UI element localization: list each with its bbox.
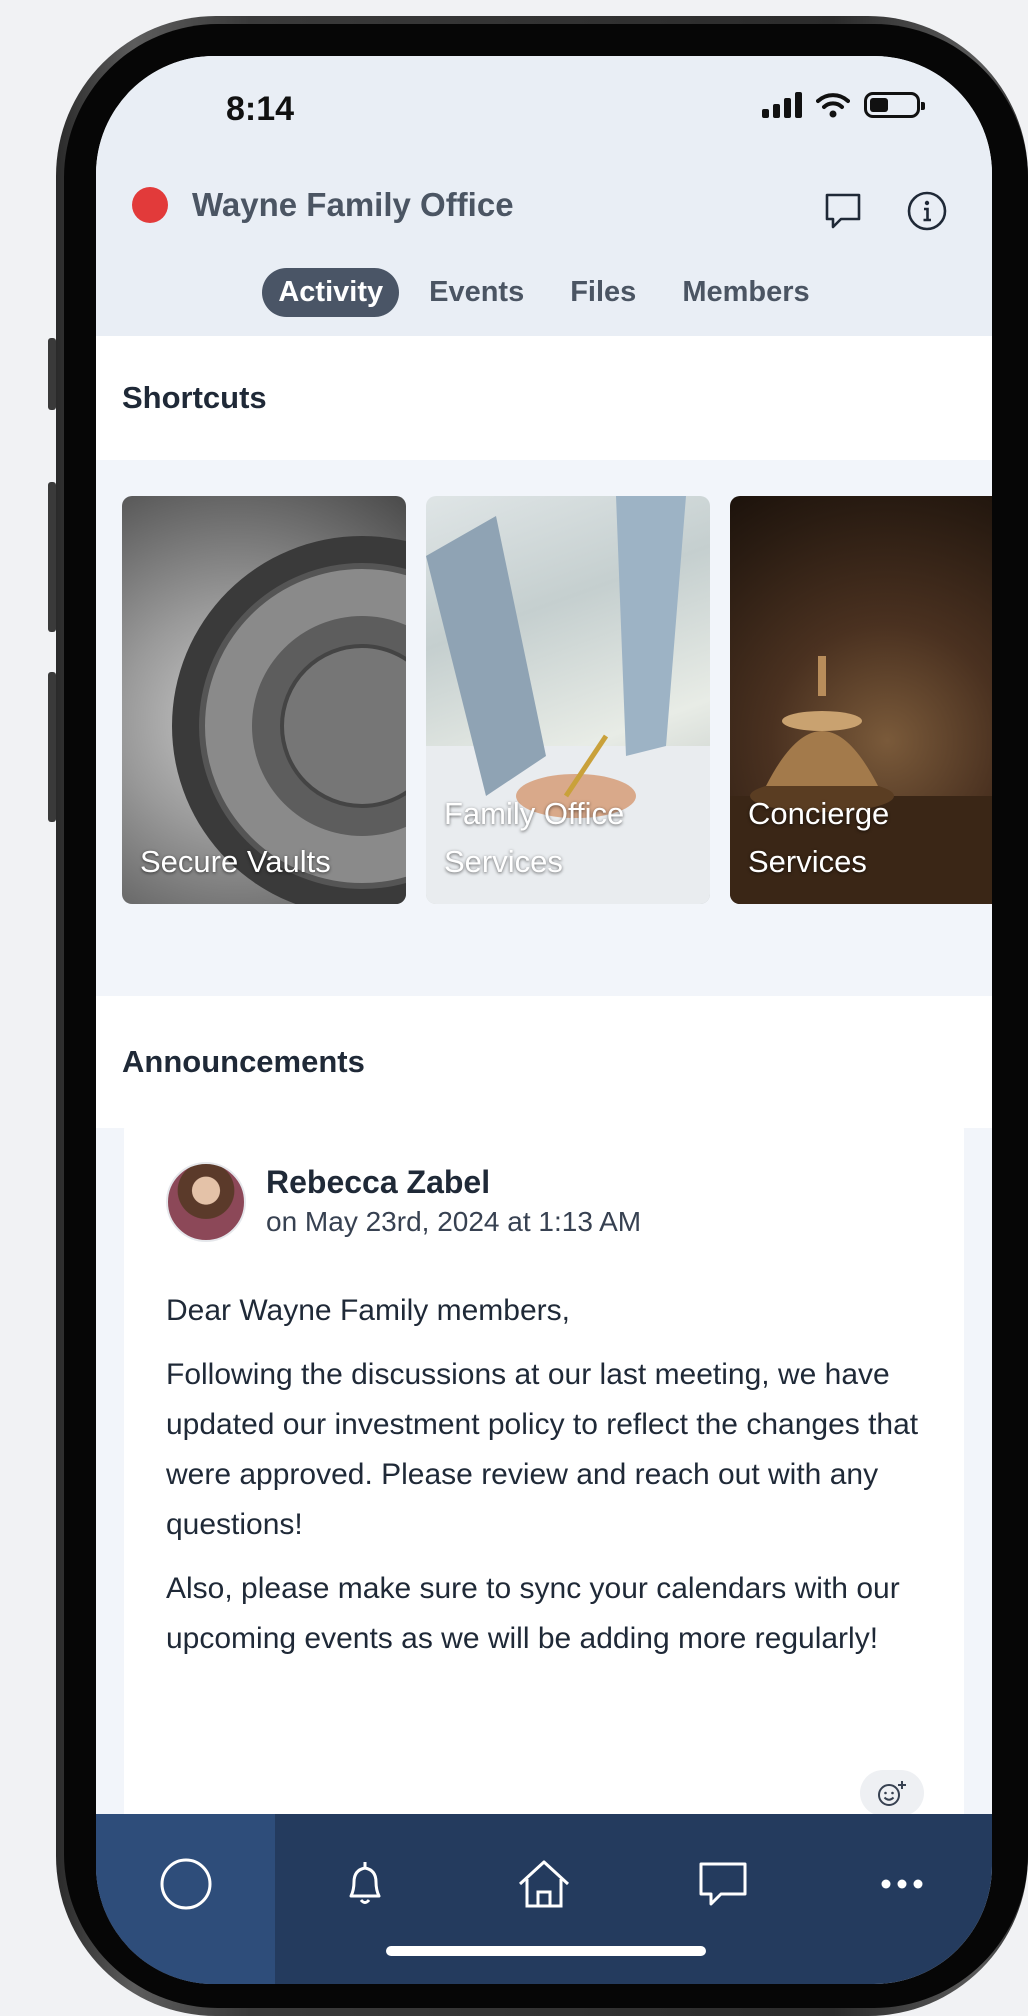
info-button[interactable]: [904, 188, 950, 234]
nav-item-notifications[interactable]: [275, 1814, 454, 1984]
tab-files[interactable]: Files: [554, 268, 652, 317]
status-time: 8:14: [226, 90, 295, 128]
nav-item-messages[interactable]: [634, 1814, 813, 1984]
group-title: Wayne Family Office: [132, 186, 514, 224]
post-body: Dear Wayne Family members, Following the…: [166, 1286, 926, 1678]
home-icon: [518, 1860, 570, 1908]
nav-item-home[interactable]: [454, 1814, 633, 1984]
tab-members[interactable]: Members: [666, 268, 825, 317]
cellular-signal-icon: [762, 92, 802, 118]
bell-icon: [349, 1862, 381, 1904]
chat-bubble-icon: [825, 193, 861, 229]
more-icon: [881, 1879, 923, 1889]
author-name[interactable]: Rebecca Zabel: [266, 1164, 490, 1201]
group-tabs: Activity Events Files Members: [96, 268, 992, 317]
battery-icon: [864, 92, 925, 118]
tab-activity[interactable]: Activity: [262, 268, 400, 317]
chat-button[interactable]: [820, 188, 866, 234]
tab-events[interactable]: Events: [413, 268, 540, 317]
announcement-card: Rebecca Zabel on May 23rd, 2024 at 1:13 …: [124, 1118, 964, 1858]
announcements-heading: Announcements: [96, 996, 992, 1128]
avatar[interactable]: [166, 1162, 246, 1242]
nav-item-more[interactable]: [813, 1814, 992, 1984]
chat-icon: [699, 1862, 747, 1906]
group-name: Wayne Family Office: [192, 186, 514, 223]
group-header: 8:14 Wayne Family Office Activity Events…: [96, 56, 992, 336]
volume-up-button: [48, 482, 56, 632]
circle-icon: [160, 1858, 212, 1910]
shortcut-label: Concierge Services: [748, 796, 890, 879]
home-indicator[interactable]: [386, 1946, 706, 1956]
add-reaction-button[interactable]: [860, 1770, 924, 1816]
shortcuts-heading: Shortcuts: [96, 336, 992, 460]
nav-item-groups[interactable]: [96, 1814, 276, 1984]
shortcut-card-family-office-services[interactable]: Family Office Services: [426, 496, 710, 904]
info-icon: [907, 191, 947, 231]
post-greeting: Dear Wayne Family members,: [166, 1294, 570, 1327]
post-paragraph: Also, please make sure to sync your cale…: [166, 1572, 900, 1655]
post-paragraph: Following the discussions at our last me…: [166, 1358, 919, 1541]
shortcut-card-concierge-services[interactable]: Concierge Services: [730, 496, 992, 904]
mute-switch: [48, 338, 56, 410]
add-emoji-icon: [878, 1781, 906, 1806]
wifi-icon: [816, 93, 850, 118]
bottom-navigation: [96, 1814, 992, 1984]
shortcut-card-secure-vaults[interactable]: Secure Vaults: [122, 496, 406, 904]
shortcut-label: Secure Vaults: [140, 844, 331, 879]
status-icons: [762, 92, 925, 118]
volume-down-button: [48, 672, 56, 822]
shortcut-label: Family Office Services: [444, 796, 625, 879]
status-dot: [132, 187, 168, 223]
app-screen: 8:14 Wayne Family Office Activity Events…: [96, 56, 992, 1984]
post-timestamp: on May 23rd, 2024 at 1:13 AM: [266, 1206, 642, 1237]
